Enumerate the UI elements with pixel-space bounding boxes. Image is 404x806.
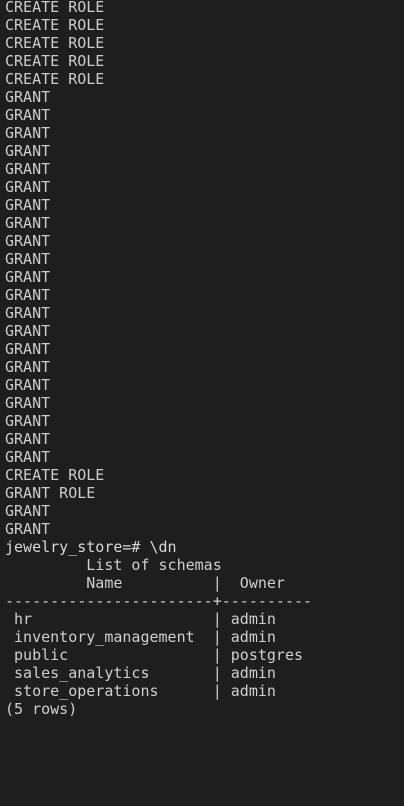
- output-line: GRANT: [5, 358, 51, 376]
- output-line: CREATE ROLE: [5, 466, 105, 484]
- output-line: GRANT: [5, 394, 51, 412]
- table-row: inventory_management | admin: [5, 628, 276, 646]
- output-line: CREATE ROLE: [5, 34, 105, 52]
- output-line: GRANT: [5, 322, 51, 340]
- schema-table: List of schemas Name | Owner -----------…: [5, 555, 404, 719]
- output-line: GRANT: [5, 160, 51, 178]
- output-line: GRANT: [5, 124, 51, 142]
- output-line: GRANT: [5, 376, 51, 394]
- command-prompt[interactable]: jewelry_store=# \dn: [5, 537, 404, 557]
- output-line: GRANT: [5, 268, 51, 286]
- output-line: GRANT: [5, 430, 51, 448]
- output-line: GRANT: [5, 106, 51, 124]
- output-line: CREATE ROLE: [5, 16, 105, 34]
- output-line: GRANT: [5, 448, 51, 466]
- table-title: List of schemas: [5, 556, 222, 574]
- table-row: store_operations | admin: [5, 682, 276, 700]
- output-line: GRANT: [5, 412, 51, 430]
- row-count: (5 rows): [5, 700, 78, 718]
- output-line: GRANT: [5, 196, 51, 214]
- output-line: GRANT: [5, 142, 51, 160]
- output-line: GRANT: [5, 304, 51, 322]
- terminal-window[interactable]: CREATE ROLE CREATE ROLE CREATE ROLE CREA…: [0, 0, 404, 806]
- output-line: GRANT: [5, 250, 51, 268]
- output-line: GRANT: [5, 88, 51, 106]
- output-line: CREATE ROLE: [5, 52, 105, 70]
- output-line: GRANT: [5, 232, 51, 250]
- output-line: GRANT: [5, 214, 51, 232]
- output-line: GRANT: [5, 178, 51, 196]
- output-line: GRANT: [5, 340, 51, 358]
- table-row: hr | admin: [5, 610, 276, 628]
- table-row: public | postgres: [5, 646, 304, 664]
- output-line: GRANT: [5, 502, 51, 520]
- output-line: GRANT: [5, 520, 51, 538]
- output-line: GRANT: [5, 286, 51, 304]
- command-output: CREATE ROLE CREATE ROLE CREATE ROLE CREA…: [5, 0, 404, 539]
- table-separator: -----------------------+----------: [5, 592, 313, 610]
- table-row: sales_analytics | admin: [5, 664, 276, 682]
- output-line: CREATE ROLE: [5, 70, 105, 88]
- table-header: Name | Owner: [5, 574, 285, 592]
- output-line: GRANT ROLE: [5, 484, 96, 502]
